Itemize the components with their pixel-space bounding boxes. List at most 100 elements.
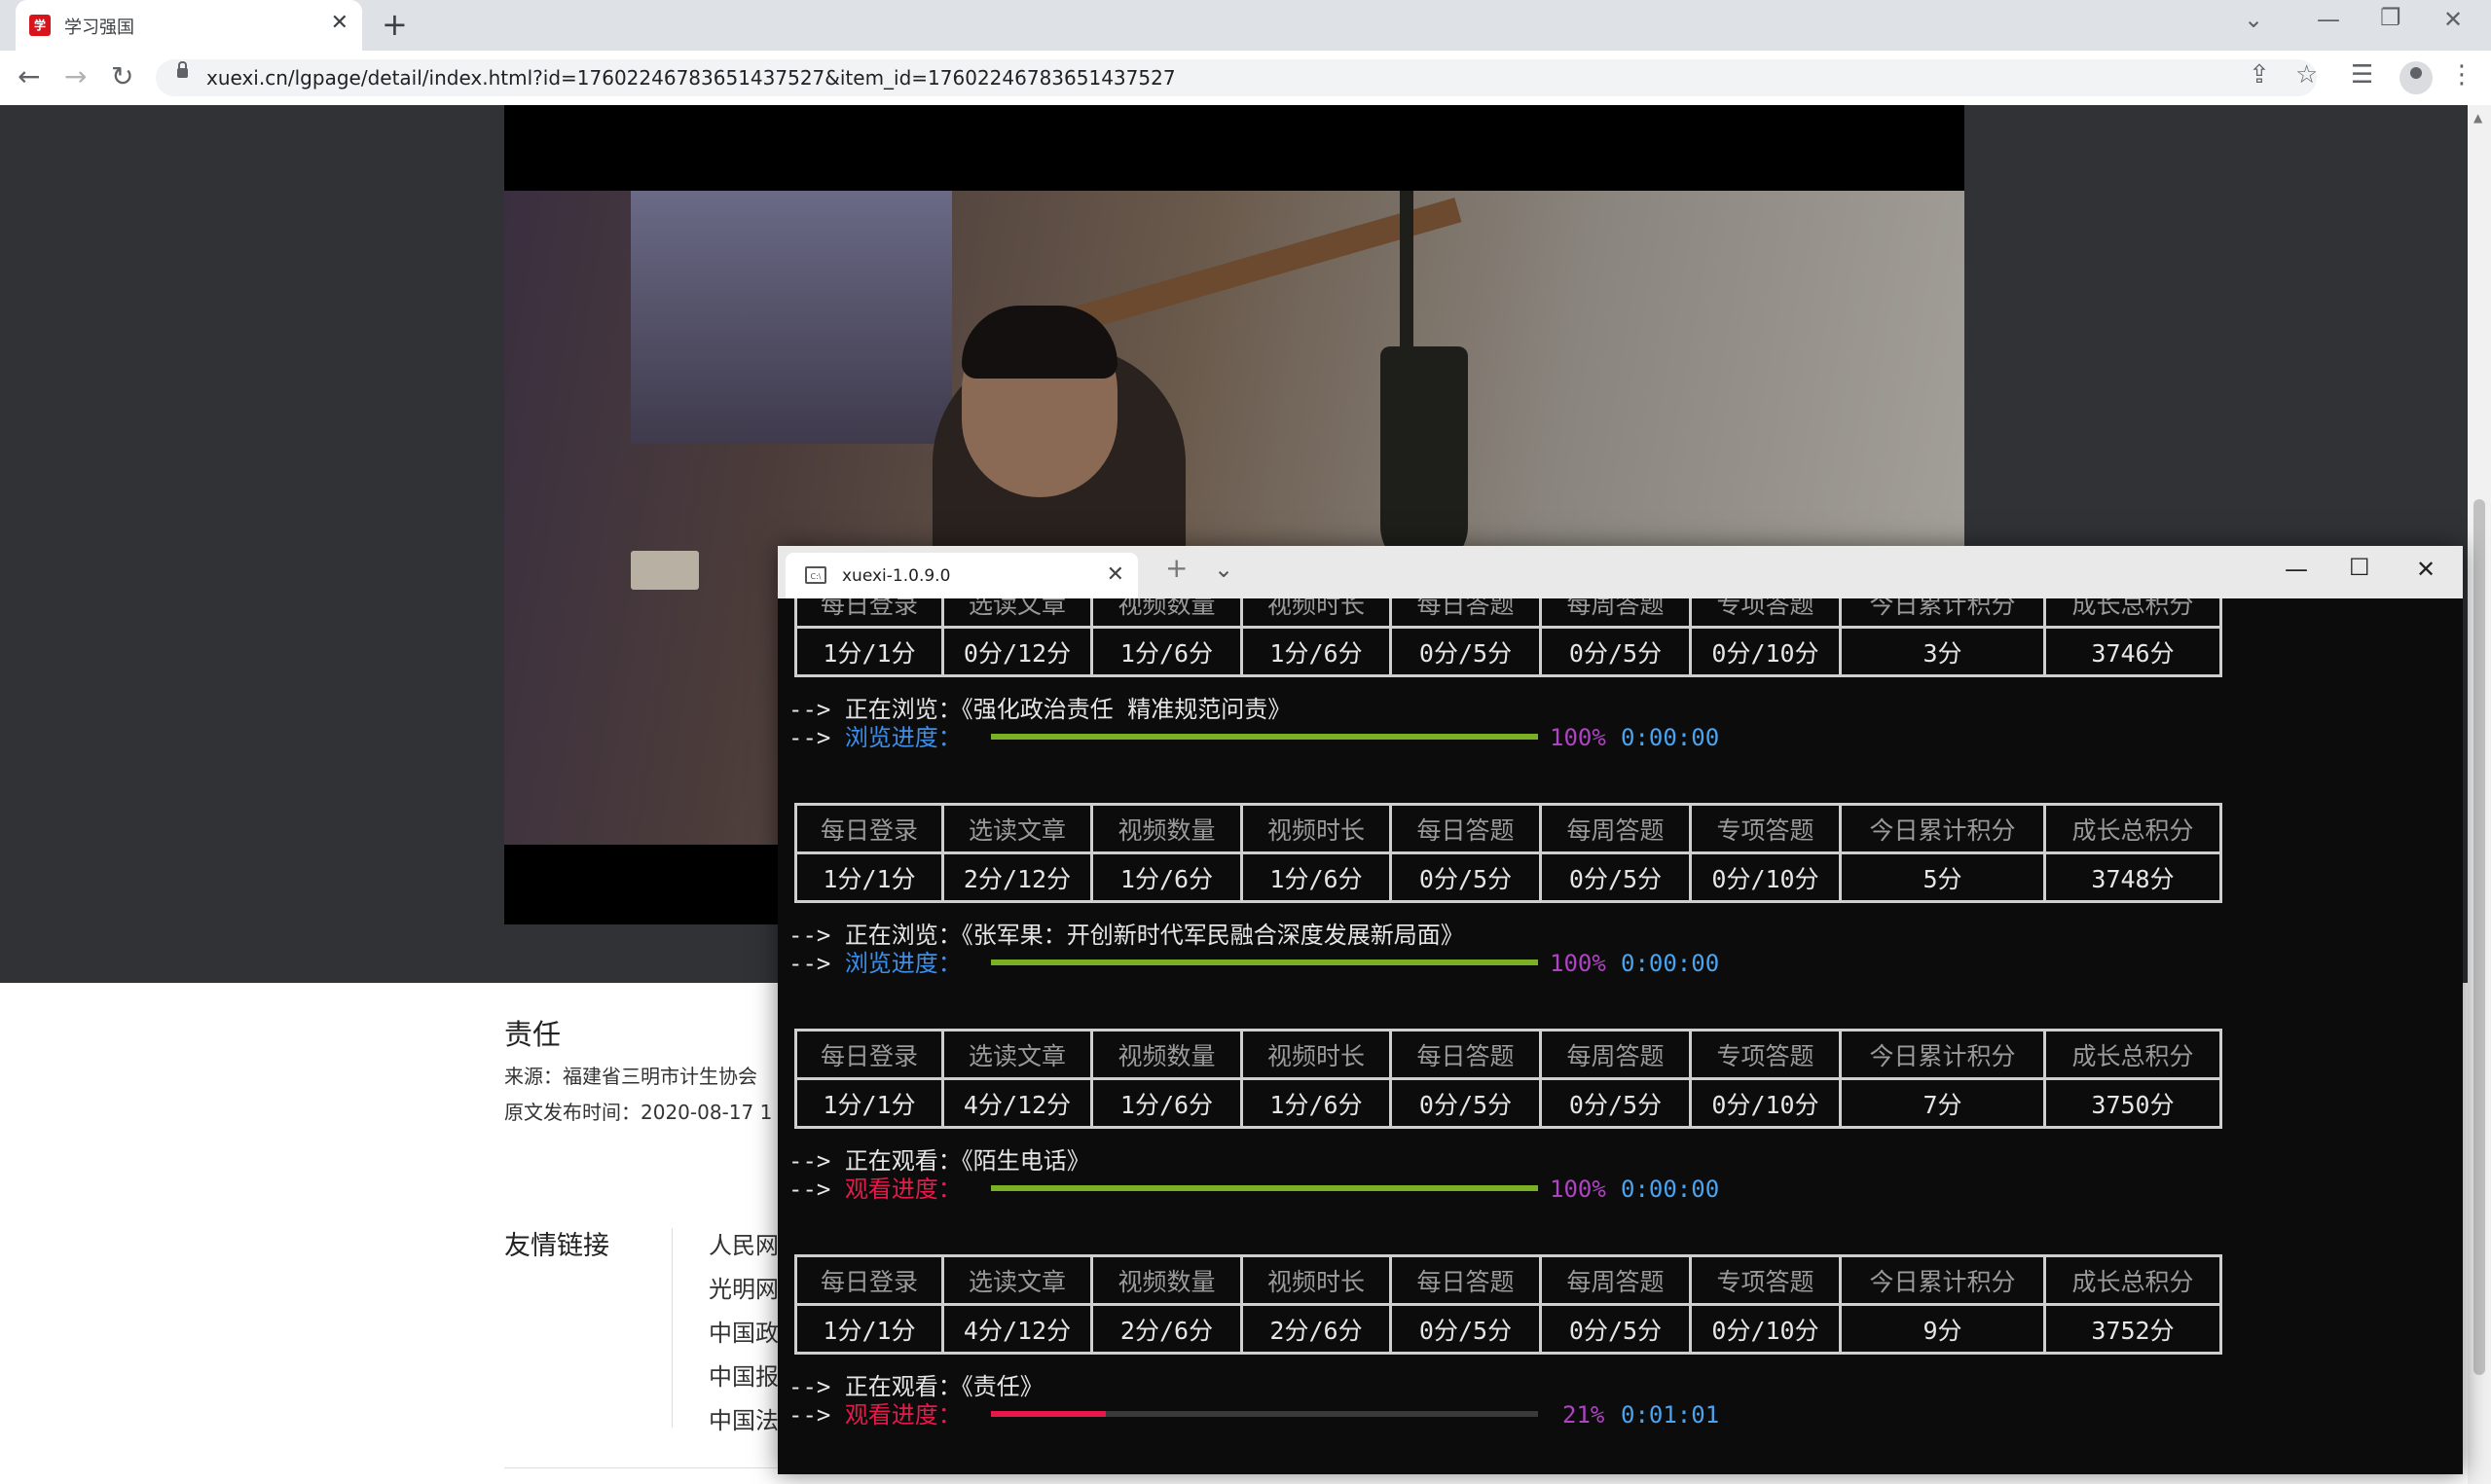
terminal-dropdown-icon[interactable]: ⌄ xyxy=(1214,556,1233,583)
prompt-arrow: --> xyxy=(788,922,831,949)
progress-line: --> 浏览进度： 100% 0:00:00 xyxy=(788,949,1762,978)
back-icon[interactable]: ← xyxy=(18,60,40,92)
score-value-cell: 3746分 xyxy=(2043,626,2222,677)
article-title: 责任 xyxy=(504,1018,562,1051)
progress-percent: 100% xyxy=(1550,950,1606,977)
reload-icon[interactable]: ↻ xyxy=(111,60,133,92)
score-value-cell: 4分/12分 xyxy=(941,1077,1093,1129)
status-line: --> 正在浏览：《强化政治责任 精准规范问责》 xyxy=(788,695,1291,724)
score-value-cell: 3分 xyxy=(1839,626,2046,677)
progress-bar-fill xyxy=(991,1185,1538,1191)
score-table: 每日登录 选读文章 视频数量 视频时长 每日答题 每周答题 专项答题 今日累计积… xyxy=(794,803,2222,903)
score-header-cell: 每日登录 xyxy=(794,598,944,629)
score-header-cell: 视频时长 xyxy=(1240,1254,1392,1306)
browser-tab-active[interactable]: 学习 学习强国 ✕ xyxy=(16,0,362,54)
score-value-cell: 0分/10分 xyxy=(1689,1077,1842,1129)
score-header-cell: 专项答题 xyxy=(1689,803,1842,854)
score-header-cell: 每周答题 xyxy=(1539,803,1692,854)
terminal-new-tab-icon[interactable]: + xyxy=(1165,552,1188,584)
score-header-cell: 选读文章 xyxy=(941,1029,1093,1080)
friend-link[interactable]: 人民网 xyxy=(709,1226,779,1260)
lock-icon[interactable] xyxy=(177,61,188,78)
score-header-cell: 视频数量 xyxy=(1090,1254,1243,1306)
score-header-cell: 每日答题 xyxy=(1389,1029,1542,1080)
score-header-cell: 视频数量 xyxy=(1090,598,1243,629)
url-text[interactable]: xuexi.cn/lgpage/detail/index.html?id=176… xyxy=(206,66,1176,90)
reading-list-icon[interactable]: ☰ xyxy=(2351,60,2373,90)
tab-close-icon[interactable]: ✕ xyxy=(331,11,348,35)
score-value-cell: 0分/5分 xyxy=(1539,851,1692,903)
score-header-cell: 每周答题 xyxy=(1539,1029,1692,1080)
score-header-cell: 每日答题 xyxy=(1389,803,1542,854)
score-value-cell: 2分/6分 xyxy=(1240,1303,1392,1355)
prompt-arrow: --> xyxy=(788,1401,831,1429)
tab-search-chevron-icon[interactable]: ⌄ xyxy=(2244,6,2263,33)
star-icon[interactable]: ☆ xyxy=(2295,60,2318,90)
status-text: 正在观看：《陌生电话》 xyxy=(844,1147,1090,1175)
scene-outlet xyxy=(631,551,699,590)
window-close-icon[interactable]: ✕ xyxy=(2443,6,2463,33)
progress-eta: 0:00:00 xyxy=(1621,724,1720,751)
progress-percent: 100% xyxy=(1550,724,1606,751)
share-icon[interactable]: ⇪ xyxy=(2249,60,2270,90)
progress-bar-fill xyxy=(991,959,1538,965)
xuexi-favicon-icon: 学习 xyxy=(29,15,51,54)
progress-label: 浏览进度： xyxy=(844,724,962,751)
prompt-arrow: --> xyxy=(788,950,831,977)
browser-tabstrip: 学习 学习强国 ✕ + ⌄ — ❐ ✕ xyxy=(0,0,2491,54)
terminal-titlebar: C:\ xuexi-1.0.9.0 ✕ + ⌄ — ☐ ✕ xyxy=(778,546,2463,598)
minimize-icon[interactable]: — xyxy=(2317,6,2340,33)
page-scrollbar[interactable]: ▲ xyxy=(2468,105,2491,1484)
score-header-cell: 今日累计积分 xyxy=(1839,1029,2046,1080)
score-header-cell: 选读文章 xyxy=(941,598,1093,629)
score-value-cell: 0分/10分 xyxy=(1689,626,1842,677)
profile-icon[interactable] xyxy=(2399,61,2433,94)
article-publish-time: 原文发布时间：2020-08-17 1 xyxy=(504,1101,773,1124)
friend-link[interactable]: 中国法 xyxy=(709,1401,779,1435)
score-value-cell: 0分/10分 xyxy=(1689,1303,1842,1355)
status-line: --> 正在浏览：《张军果：开创新时代军民融合深度发展新局面》 xyxy=(788,921,1464,950)
restore-icon[interactable]: ❐ xyxy=(2380,4,2401,31)
score-value-cell: 2分/12分 xyxy=(941,851,1093,903)
score-value-cell: 1分/1分 xyxy=(794,851,944,903)
terminal-close-icon[interactable]: ✕ xyxy=(2416,556,2436,583)
score-value-cell: 0分/12分 xyxy=(941,626,1093,677)
terminal-tab[interactable]: C:\ xuexi-1.0.9.0 ✕ xyxy=(786,553,1138,598)
terminal-tab-close-icon[interactable]: ✕ xyxy=(1107,562,1124,587)
friend-link[interactable]: 中国报 xyxy=(709,1357,779,1392)
score-value-cell: 0分/5分 xyxy=(1539,1077,1692,1129)
score-value-cell: 1分/6分 xyxy=(1090,626,1243,677)
score-header-cell: 今日累计积分 xyxy=(1839,1254,2046,1306)
article-source: 来源：福建省三明市计生协会 xyxy=(504,1065,757,1088)
friend-link[interactable]: 中国政 xyxy=(709,1314,779,1348)
new-tab-icon[interactable]: + xyxy=(382,6,408,43)
terminal-window[interactable]: C:\ xuexi-1.0.9.0 ✕ + ⌄ — ☐ ✕ 每日登录 选读文章 … xyxy=(778,546,2463,1474)
forward-icon[interactable]: → xyxy=(64,60,87,92)
score-value-cell: 0分/5分 xyxy=(1539,1303,1692,1355)
scene-person-hair xyxy=(962,306,1117,379)
menu-icon[interactable]: ⋮ xyxy=(2449,60,2474,90)
prompt-arrow: --> xyxy=(788,696,831,723)
score-value-cell: 3752分 xyxy=(2043,1303,2222,1355)
status-line: --> 正在观看：《责任》 xyxy=(788,1372,1044,1401)
score-header-cell: 专项答题 xyxy=(1689,598,1842,629)
score-value-cell: 0分/5分 xyxy=(1389,626,1542,677)
friend-links-divider xyxy=(672,1228,673,1428)
status-text: 正在浏览：《张军果：开创新时代军民融合深度发展新局面》 xyxy=(844,922,1464,949)
score-value-cell: 5分 xyxy=(1839,851,2046,903)
terminal-maximize-icon[interactable]: ☐ xyxy=(2349,554,2370,581)
terminal-icon: C:\ xyxy=(805,566,826,584)
terminal-output[interactable]: 每日登录 选读文章 视频数量 视频时长 每日答题 每周答题 专项答题 今日累计积… xyxy=(778,598,2463,1474)
score-value-cell: 9分 xyxy=(1839,1303,2046,1355)
scrollbar-thumb[interactable] xyxy=(2473,499,2485,1375)
address-bar[interactable]: xuexi.cn/lgpage/detail/index.html?id=176… xyxy=(156,59,2317,96)
progress-bar xyxy=(991,734,1538,740)
terminal-minimize-icon[interactable]: — xyxy=(2285,556,2308,583)
terminal-tab-title: xuexi-1.0.9.0 xyxy=(842,566,951,586)
score-header-cell: 每日答题 xyxy=(1389,1254,1542,1306)
prompt-arrow: --> xyxy=(788,1176,831,1203)
friend-link[interactable]: 光明网 xyxy=(709,1270,779,1304)
scroll-up-icon[interactable]: ▲ xyxy=(2473,111,2482,125)
prompt-arrow: --> xyxy=(788,724,831,751)
score-header-cell: 视频数量 xyxy=(1090,1029,1243,1080)
